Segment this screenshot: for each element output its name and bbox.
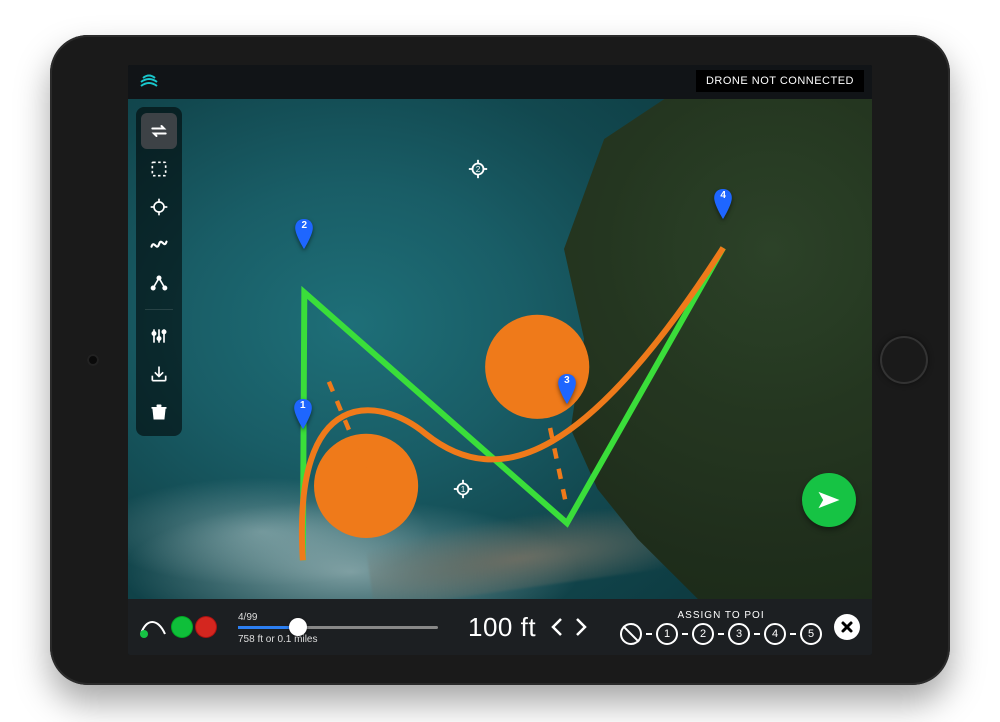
waypoint-pin-1[interactable]: 1 [292,399,314,429]
app-screen: DRONE NOT CONNECTED [128,65,872,655]
altitude-stepper [546,613,592,641]
app-logo-icon[interactable] [134,67,164,97]
target-tool[interactable] [141,189,177,225]
device-home-button [880,336,928,384]
left-toolbar [136,107,182,436]
altitude-decrease[interactable] [546,613,568,641]
altitude-value: 100 ft [468,612,536,643]
select-tool[interactable] [141,151,177,187]
bottom-bar: 4/99 758 ft or 0.1 miles 100 ft ASSIGN T… [128,599,872,655]
poi-option-2[interactable]: 2 [692,623,714,645]
svg-text:2: 2 [475,165,480,174]
altitude-increase[interactable] [570,613,592,641]
poi-option-5[interactable]: 5 [800,623,822,645]
close-button[interactable] [834,614,860,640]
top-bar: DRONE NOT CONNECTED [128,65,872,99]
connection-status: DRONE NOT CONNECTED [696,70,864,92]
tablet-frame: DRONE NOT CONNECTED [50,35,950,685]
path-mode-icon [140,612,166,642]
trash-tool[interactable] [141,394,177,430]
map-poi-1[interactable]: 1 [452,478,474,500]
status-dot-red[interactable] [196,617,216,637]
assign-poi-title: ASSIGN TO POI [678,610,765,621]
launch-button[interactable] [802,473,856,527]
swap-tool[interactable] [141,113,177,149]
poi-option-4[interactable]: 4 [764,623,786,645]
device-camera [87,354,99,366]
flight-path-overlay [128,99,872,599]
svg-text:1: 1 [461,485,466,494]
slider-top-label: 4/99 [238,612,257,623]
path-tool[interactable] [141,265,177,301]
airplane-icon [815,486,843,514]
distance-slider[interactable]: 4/99 758 ft or 0.1 miles [238,626,438,629]
map-canvas[interactable]: 1 2 1 2 3 [128,99,872,599]
waypoint-pin-3[interactable]: 3 [556,374,578,404]
waypoint-pin-4[interactable]: 4 [712,189,734,219]
freehand-tool[interactable] [141,227,177,263]
poi-option-none[interactable] [620,623,642,645]
poi-option-1[interactable]: 1 [656,623,678,645]
map-poi-2[interactable]: 2 [467,158,489,180]
slider-bottom-label: 758 ft or 0.1 miles [238,634,317,645]
status-dot-green[interactable] [172,617,192,637]
assign-poi-block: ASSIGN TO POI 1 2 3 4 5 [620,610,822,645]
waypoint-pin-2[interactable]: 2 [293,219,315,249]
download-tool[interactable] [141,356,177,392]
poi-option-3[interactable]: 3 [728,623,750,645]
sliders-tool[interactable] [141,318,177,354]
